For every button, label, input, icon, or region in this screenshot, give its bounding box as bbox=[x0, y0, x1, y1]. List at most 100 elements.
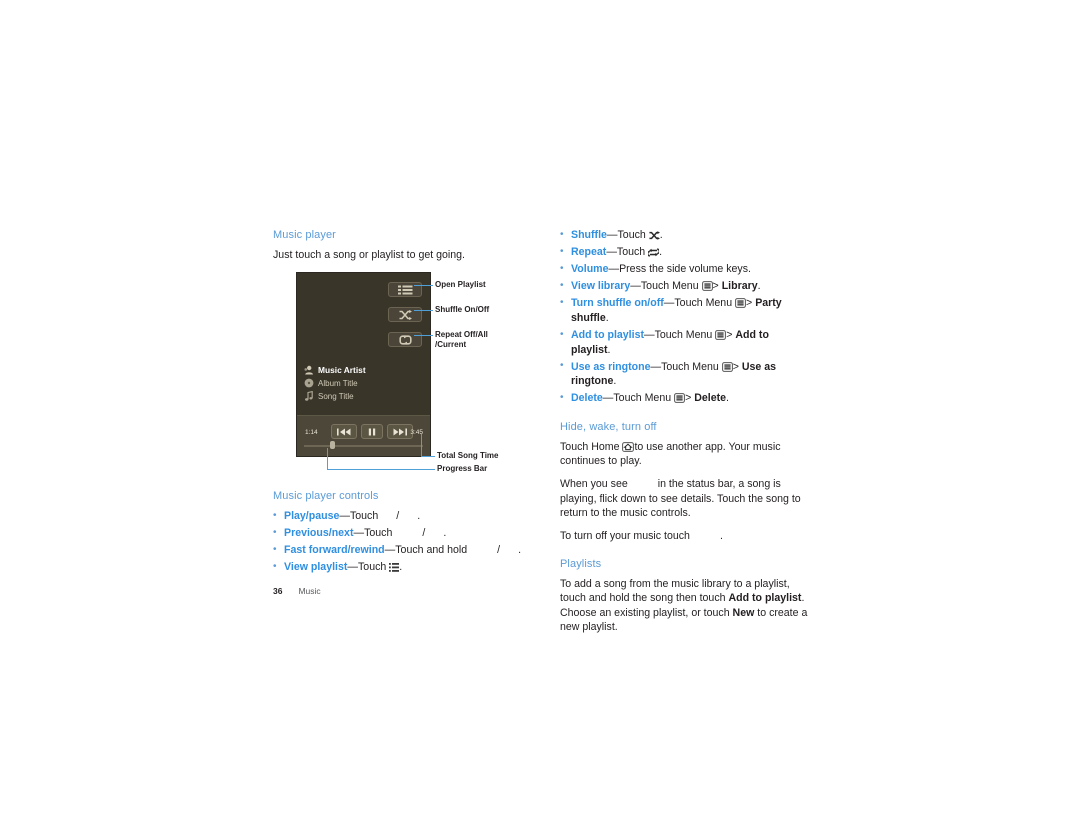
text-add-to-playlist-tail: . bbox=[607, 343, 611, 356]
previous-button[interactable] bbox=[331, 424, 357, 439]
callout-total-song-time: Total Song Time bbox=[437, 451, 499, 460]
playlists-heading: Playlists bbox=[560, 558, 602, 571]
progress-knob[interactable] bbox=[330, 441, 335, 449]
text-previous-next-before: —Touch bbox=[353, 527, 393, 540]
music-player-figure: Music Artist Album Title Song Title 1:14… bbox=[273, 268, 525, 483]
music-player-heading: Music player bbox=[273, 229, 336, 241]
shuffle-icon bbox=[399, 309, 412, 320]
text-delete-dash: —Touch Menu bbox=[602, 392, 672, 405]
hide-wake-para2: When you see in the status bar, a song is… bbox=[560, 477, 810, 520]
text-view-library-dash: —Touch Menu bbox=[630, 280, 699, 293]
home-icon bbox=[622, 442, 635, 452]
callout-repeat-line2: /Current bbox=[435, 340, 467, 349]
next-button[interactable] bbox=[387, 424, 413, 439]
menu-icon bbox=[674, 393, 685, 404]
leader-total-time bbox=[421, 456, 435, 457]
callout-repeat-line1: Repeat Off/All bbox=[435, 330, 488, 339]
bullet-volume: Volume—Press the side volume keys. bbox=[560, 262, 810, 277]
text-previous-next-after: . bbox=[443, 527, 447, 540]
text-shuffle-dash: —Touch bbox=[606, 229, 646, 241]
target-view-library: Library bbox=[721, 280, 758, 293]
term-delete: Delete bbox=[571, 392, 603, 405]
music-note-icon bbox=[304, 391, 314, 401]
leader-repeat bbox=[414, 335, 433, 336]
hide-wake-para1: Touch Home to use another app. Your musi… bbox=[560, 440, 810, 468]
page-number: 36 bbox=[273, 586, 283, 596]
text-add-to-playlist-dash: —Touch Menu bbox=[643, 329, 713, 342]
leader-progress-vertical bbox=[327, 448, 328, 469]
bullet-play-pause: Play/pause—Touch /. bbox=[273, 509, 525, 524]
sep-play-pause: / bbox=[396, 510, 400, 522]
term-volume: Volume bbox=[571, 263, 609, 276]
callout-progress-bar: Progress Bar bbox=[437, 464, 488, 473]
previous-icon bbox=[337, 428, 351, 436]
playlists-para: To add a song from the music library to … bbox=[560, 577, 810, 634]
shuffle-icon bbox=[649, 231, 660, 240]
bullet-view-library: View library—Touch Menu > Library. bbox=[560, 279, 810, 294]
arrow-view-library: > bbox=[712, 280, 719, 293]
menu-icon bbox=[721, 361, 733, 372]
progress-bar[interactable] bbox=[304, 441, 423, 449]
menu-icon bbox=[701, 281, 713, 292]
music-player-intro: Just touch a song or playlist to get goi… bbox=[273, 249, 465, 261]
repeat-icon bbox=[398, 334, 412, 345]
hide-para3-before: To turn off your music touch bbox=[560, 530, 690, 543]
menu-icon bbox=[715, 330, 727, 340]
sep-fast-forward: / bbox=[497, 544, 501, 557]
music-player-controls-section: Music player controls Play/pause—Touch/.… bbox=[273, 489, 525, 577]
bullet-add-to-playlist: Add to playlist—Touch Menu > Add to play… bbox=[560, 328, 810, 357]
target-delete: Delete bbox=[694, 392, 726, 405]
term-repeat: Repeat bbox=[571, 246, 607, 259]
term-view-library: View library bbox=[571, 280, 631, 293]
music-player-controls-list: Play/pause—Touch/. Previous/next—Touch/.… bbox=[273, 509, 525, 575]
hide-wake-turnoff-heading: Hide, wake, turn off bbox=[560, 421, 657, 434]
hide-para2-before: When you see bbox=[560, 478, 628, 491]
text-view-library-tail: . bbox=[757, 280, 761, 293]
text-use-as-ringtone-tail: . bbox=[613, 375, 617, 388]
text-play-pause-before: —Touch bbox=[339, 510, 379, 522]
play-pause-button[interactable] bbox=[361, 424, 383, 439]
term-shuffle: Shuffle bbox=[571, 229, 607, 241]
bullet-shuffle: Shuffle—Touch . bbox=[560, 228, 810, 243]
leader-total-time-vertical bbox=[421, 434, 422, 456]
bullet-previous-next: Previous/next—Touch /. bbox=[273, 526, 525, 541]
bullet-repeat: Repeat—Touch . bbox=[560, 245, 810, 260]
term-turn-shuffle: Turn shuffle on/off bbox=[571, 297, 664, 310]
music-options-list: Shuffle—Touch . Repeat —Touch bbox=[560, 228, 810, 406]
arrow-add-to-playlist: > bbox=[726, 329, 733, 342]
arrow-delete: > bbox=[685, 392, 692, 405]
text-play-pause-after: . bbox=[417, 510, 421, 522]
arrow-turn-shuffle: > bbox=[746, 297, 753, 310]
leader-progress bbox=[327, 469, 435, 470]
text-repeat-tail: . bbox=[659, 246, 663, 259]
text-delete-tail: . bbox=[726, 392, 729, 405]
album-name: Album Title bbox=[318, 378, 358, 388]
current-time: 1:14 bbox=[305, 429, 318, 436]
playlist-icon bbox=[397, 285, 413, 295]
playlist-icon bbox=[389, 563, 400, 573]
callout-open-playlist: Open Playlist bbox=[435, 280, 486, 289]
song-name: Song Title bbox=[318, 391, 354, 401]
playlists-bold-add-to-playlist: Add to playlist bbox=[728, 592, 802, 605]
menu-icon bbox=[735, 298, 746, 309]
term-view-playlist: View playlist bbox=[284, 561, 348, 574]
album-icon bbox=[304, 378, 314, 388]
now-playing-metadata: Music Artist Album Title Song Title bbox=[304, 365, 424, 404]
music-player-controls-heading: Music player controls bbox=[273, 490, 379, 502]
bullet-use-as-ringtone: Use as ringtone—Touch Menu > Use as ring… bbox=[560, 359, 810, 389]
transport-bar: 1:14 3:45 bbox=[297, 415, 430, 456]
sep-previous-next: / bbox=[422, 527, 426, 540]
callout-shuffle: Shuffle On/Off bbox=[435, 305, 490, 314]
term-add-to-playlist: Add to playlist bbox=[571, 329, 644, 342]
arrow-use-as-ringtone: > bbox=[732, 360, 739, 373]
term-fast-forward-rewind: Fast forward/rewind bbox=[284, 544, 385, 557]
bullet-turn-shuffle: Turn shuffle on/off—Touch Menu > Party s… bbox=[560, 296, 810, 325]
left-column: Music player Just touch a song or playli… bbox=[273, 228, 525, 271]
artist-row: Music Artist bbox=[304, 365, 424, 375]
bullet-view-playlist: View playlist—Touch . bbox=[273, 560, 525, 575]
text-view-playlist-before: —Touch bbox=[347, 561, 387, 574]
pause-icon bbox=[368, 428, 376, 436]
term-play-pause: Play/pause bbox=[284, 510, 340, 522]
bullet-delete: Delete—Touch Menu > Delete. bbox=[560, 391, 810, 406]
artist-name: Music Artist bbox=[318, 365, 366, 375]
